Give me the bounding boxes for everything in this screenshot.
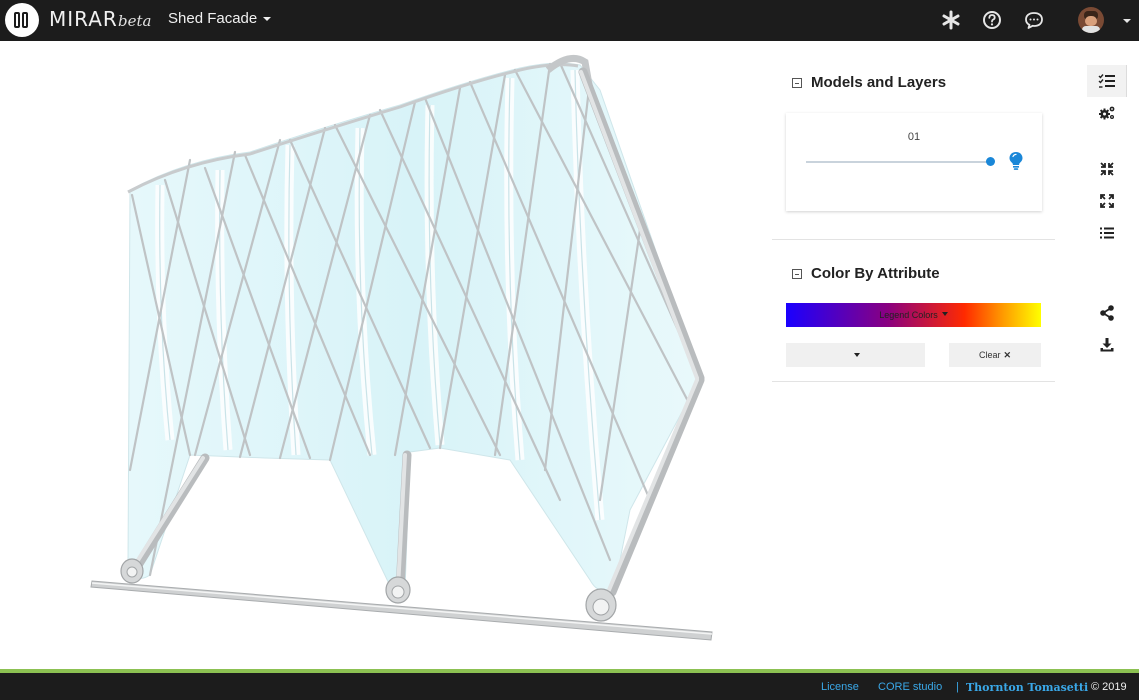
clear-button[interactable]: Clear ✕ xyxy=(949,343,1041,367)
app-brand: MIRAR xyxy=(49,7,118,31)
side-panel: Models and Layers 01 Color By Attribute … xyxy=(772,41,1055,669)
attribute-select[interactable] xyxy=(786,343,925,367)
list-icon xyxy=(1100,227,1114,239)
user-avatar[interactable] xyxy=(1078,7,1104,33)
layers-list-button[interactable] xyxy=(1087,65,1127,97)
compress-icon xyxy=(1100,162,1114,176)
settings-button[interactable] xyxy=(1087,97,1127,129)
download-button[interactable] xyxy=(1087,329,1127,361)
collapse-icon[interactable] xyxy=(792,78,802,88)
models-layers-title: Models and Layers xyxy=(811,74,947,91)
model-viewport[interactable] xyxy=(0,41,770,669)
mirar-logo-icon[interactable] xyxy=(5,3,39,37)
color-attribute-header[interactable]: Color By Attribute xyxy=(792,265,940,282)
license-link[interactable]: License xyxy=(821,681,859,693)
legend-colors-label: Legend Colors xyxy=(879,310,938,320)
footer: License CORE studio | Thornton Tomasetti… xyxy=(0,673,1139,700)
slider-handle[interactable] xyxy=(986,157,995,166)
list-button[interactable] xyxy=(1087,217,1127,249)
expand-view-button[interactable] xyxy=(1087,185,1127,217)
chat-icon[interactable] xyxy=(1023,9,1045,31)
settings-icon xyxy=(1099,106,1115,120)
share-icon xyxy=(1100,305,1114,321)
clear-label: Clear xyxy=(978,350,1001,360)
help-icon[interactable] xyxy=(981,9,1003,31)
section-divider xyxy=(772,239,1055,240)
chevron-down-icon xyxy=(854,353,860,357)
layer-card: 01 xyxy=(786,113,1042,211)
share-button[interactable] xyxy=(1087,297,1127,329)
close-icon: ✕ xyxy=(1003,350,1012,360)
thornton-tomasetti-link[interactable]: Thornton Tomasetti xyxy=(966,681,1088,694)
layer-name: 01 xyxy=(907,131,921,143)
layers-list-icon xyxy=(1098,74,1115,88)
collapse-icon[interactable] xyxy=(792,269,802,279)
user-menu-chevron-icon[interactable] xyxy=(1123,19,1131,23)
shed-facade-model[interactable] xyxy=(0,41,770,669)
legend-colors-dropdown[interactable]: Legend Colors xyxy=(786,303,1041,327)
collapse-view-button[interactable] xyxy=(1087,153,1127,185)
models-layers-header[interactable]: Models and Layers xyxy=(792,74,946,91)
app-brand-sub: beta xyxy=(118,12,152,30)
core-studio-link[interactable]: CORE studio xyxy=(878,681,942,693)
lightbulb-icon[interactable] xyxy=(1008,151,1024,171)
project-name: Shed Facade xyxy=(168,10,258,27)
expand-icon xyxy=(1100,194,1114,208)
color-attribute-title: Color By Attribute xyxy=(811,265,940,282)
layer-opacity-slider[interactable] xyxy=(806,161,992,163)
section-divider xyxy=(772,381,1055,382)
top-bar: MIRAR beta Shed Facade xyxy=(0,0,1139,41)
chevron-down-icon xyxy=(263,17,272,22)
chevron-down-icon xyxy=(941,311,948,316)
footer-separator: | xyxy=(956,681,959,693)
asterisk-icon[interactable] xyxy=(940,9,962,31)
project-dropdown[interactable]: Shed Facade xyxy=(168,10,272,27)
copyright-year: © 2019 xyxy=(1091,681,1127,693)
download-icon xyxy=(1100,338,1114,352)
